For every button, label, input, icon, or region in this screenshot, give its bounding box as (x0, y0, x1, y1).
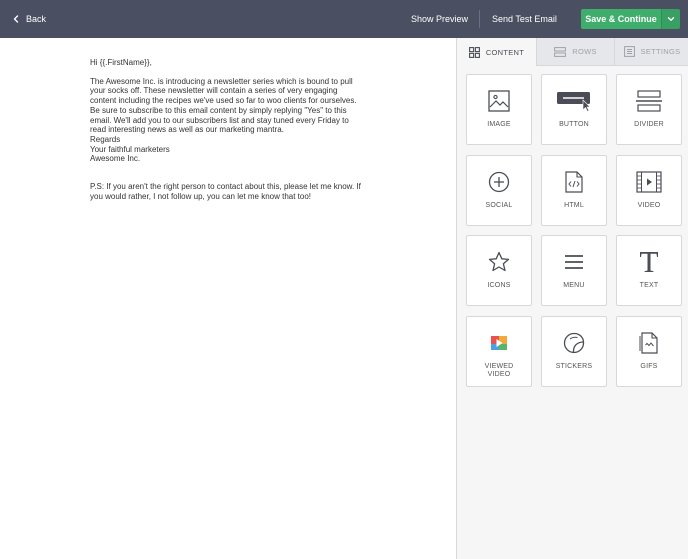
back-button[interactable]: Back (10, 0, 46, 38)
menu-icon (565, 255, 583, 269)
grid-icon (468, 46, 480, 58)
block-menu[interactable]: MENU (541, 235, 607, 306)
image-icon (488, 90, 510, 112)
block-label: GIFS (640, 362, 658, 370)
email-line: your socks off. These newsletter will co… (90, 86, 338, 96)
email-greeting: Hi {{.FirstName}}, (90, 58, 152, 67)
email-line: read interesting news as well as our mar… (90, 125, 284, 135)
block-label: VIDEO (637, 201, 661, 209)
social-icon (488, 171, 510, 192)
email-line: content including the recipes we've used… (90, 96, 357, 106)
block-social[interactable]: SOCIAL (466, 154, 532, 226)
sticker-icon (563, 332, 585, 353)
block-label: HTML (564, 201, 584, 209)
block-label: SOCIAL (485, 201, 513, 209)
chevron-down-icon (667, 17, 675, 21)
block-label: IMAGE (487, 121, 511, 128)
topbar-divider (479, 10, 480, 28)
block-viewed-video[interactable]: VIEWED VIDEO (466, 315, 532, 387)
divider-icon (636, 90, 662, 112)
tab-rows-label: ROWS (572, 47, 597, 56)
save-continue-button[interactable]: Save & Continue (581, 9, 661, 29)
settings-icon (623, 46, 635, 57)
block-divider[interactable]: DIVIDER (616, 74, 682, 145)
block-gifs[interactable]: GIFS (616, 315, 682, 387)
email-line: you would rather, I not follow up, you c… (90, 191, 312, 201)
tab-content-label: CONTENT (485, 47, 525, 57)
button-icon (557, 92, 591, 112)
save-button-group: Save & Continue (581, 9, 680, 29)
tab-content[interactable]: CONTENT (457, 38, 536, 66)
text-icon (640, 252, 658, 272)
tab-settings-label: SETTINGS (640, 47, 681, 56)
top-bar: Back Show Preview Send Test Email Save &… (0, 0, 688, 38)
html-icon (565, 170, 583, 193)
block-image[interactable]: IMAGE (466, 74, 532, 145)
back-label: Back (26, 14, 47, 24)
send-test-email-button[interactable]: Send Test Email (492, 0, 557, 38)
email-line: Regards (90, 134, 121, 144)
block-label: ICONS (487, 282, 511, 289)
block-video[interactable]: VIDEO (616, 154, 682, 226)
email-line: Be sure to subscribe to this email conte… (90, 105, 347, 115)
block-label: MENU (563, 282, 585, 289)
email-line: P.S: If you aren't the right person to c… (90, 182, 361, 192)
email-line: Your faithful marketers (90, 144, 170, 154)
email-postscript: P.S: If you aren't the right person to c… (90, 182, 380, 201)
tab-settings[interactable]: SETTINGS (614, 38, 688, 66)
email-line: The Awesome Inc. is introducing a newsle… (90, 76, 353, 86)
chevron-left-icon (13, 15, 19, 23)
show-preview-button[interactable]: Show Preview (411, 0, 468, 38)
block-text[interactable]: TEXT (616, 235, 682, 306)
block-icons[interactable]: ICONS (466, 235, 532, 306)
email-line: email. We'll add you to our subscribers … (90, 115, 349, 125)
block-label: BUTTON (559, 121, 589, 128)
email-paragraph: The Awesome Inc. is introducing a newsle… (90, 77, 380, 164)
tab-rows[interactable]: ROWS (536, 38, 614, 66)
content-blocks-grid: IMAGE BUTTON DIVIDER SOCIAL HTML VIDEO I… (466, 74, 682, 387)
block-button[interactable]: BUTTON (541, 74, 607, 145)
block-label: DIVIDER (634, 121, 664, 128)
gif-icon (639, 331, 658, 354)
star-icon (488, 251, 510, 272)
block-label: TEXT (639, 282, 659, 289)
rows-icon (554, 46, 567, 57)
email-line: Awesome Inc. (90, 154, 141, 164)
block-label: VIEWED VIDEO (484, 362, 514, 379)
panel-tabs: CONTENT ROWS SETTINGS (457, 38, 688, 66)
block-stickers[interactable]: STICKERS (541, 315, 607, 387)
viewed-video-icon (491, 335, 507, 350)
video-icon (636, 170, 662, 193)
email-body[interactable]: Hi {{.FirstName}}, The Awesome Inc. is i… (90, 58, 380, 201)
save-options-dropdown[interactable] (661, 9, 680, 29)
block-html[interactable]: HTML (541, 154, 607, 226)
content-panel: CONTENT ROWS SETTINGS IMAGE BUTTON DIVID… (456, 38, 688, 559)
block-label: STICKERS (555, 362, 593, 370)
